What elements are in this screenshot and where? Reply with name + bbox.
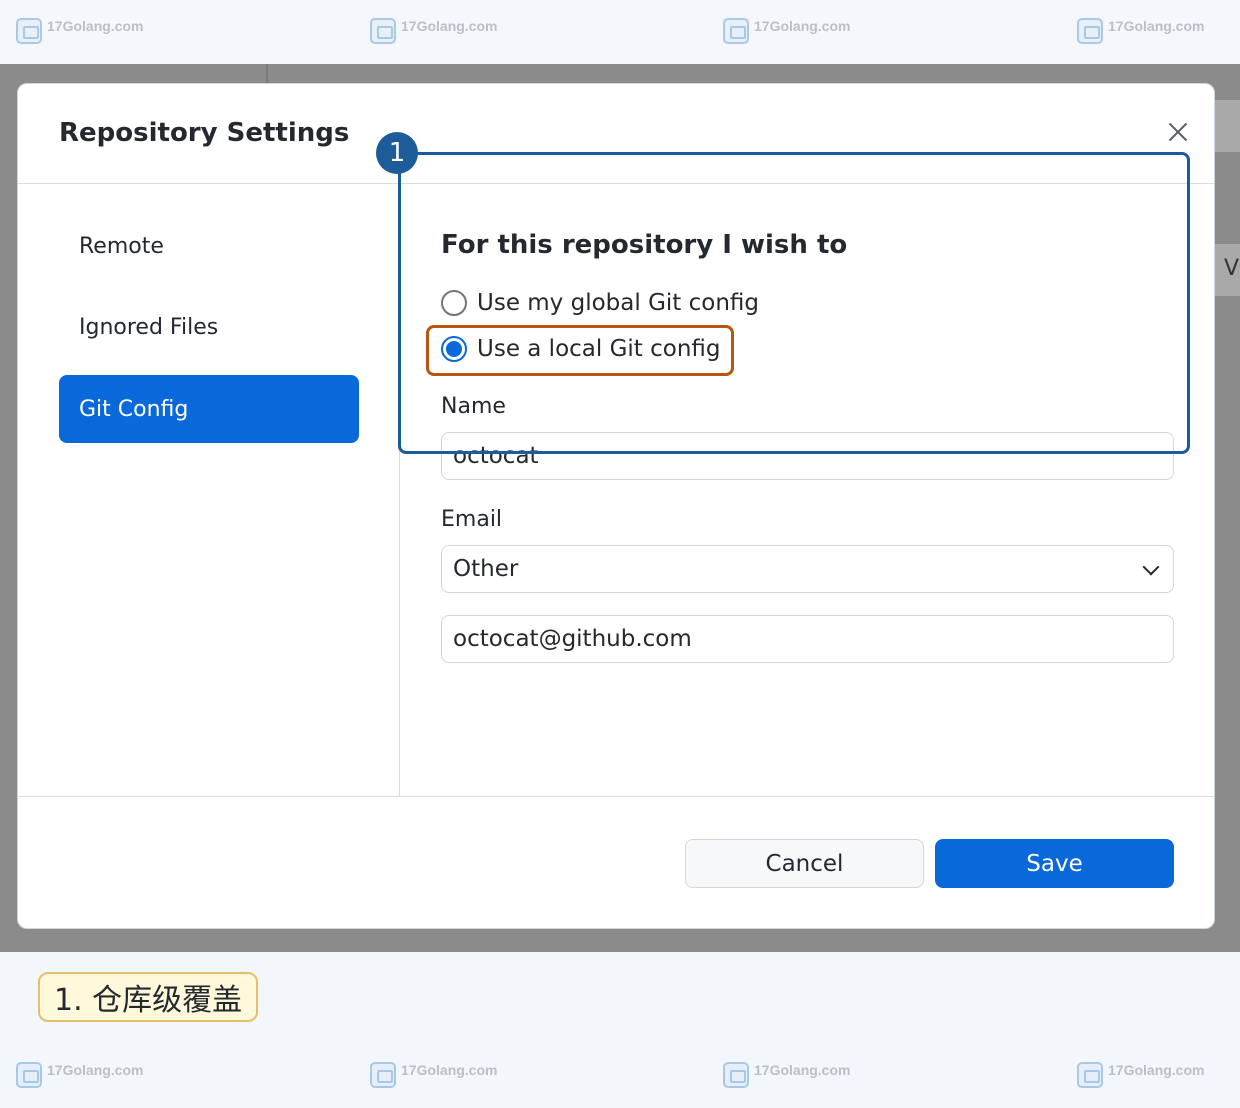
tab-remote[interactable]: Remote: [59, 212, 359, 280]
email-input[interactable]: octocat@github.com: [441, 615, 1174, 663]
backdrop-peek-text: V: [1224, 256, 1240, 281]
callout-number-badge: 1: [376, 132, 418, 174]
watermark-text: 17Golang.com: [401, 18, 498, 34]
watermark-logo-icon: [370, 18, 396, 44]
email-label: Email: [441, 507, 503, 532]
backdrop-peek: V: [1214, 244, 1240, 296]
watermark-text: 17Golang.com: [401, 1062, 498, 1078]
watermark-logo-icon: [1077, 1062, 1103, 1088]
callout-box: [398, 152, 1190, 454]
watermark-text: 17Golang.com: [754, 1062, 851, 1078]
tab-git-config[interactable]: Git Config: [59, 375, 359, 443]
backdrop-divider: [266, 64, 268, 84]
watermark-text: 17Golang.com: [47, 1062, 144, 1078]
close-icon[interactable]: [1164, 118, 1192, 146]
email-select[interactable]: Other: [441, 545, 1174, 593]
email-select-value: Other: [453, 556, 519, 582]
watermark-text: 17Golang.com: [754, 18, 851, 34]
watermark-logo-icon: [16, 1062, 42, 1088]
watermark-text: 17Golang.com: [1108, 18, 1205, 34]
backdrop-peek: [1214, 100, 1240, 152]
save-button[interactable]: Save: [935, 839, 1174, 888]
watermark-logo-icon: [1077, 18, 1103, 44]
watermark: 17Golang.com: [1077, 18, 1204, 44]
watermark: 17Golang.com: [723, 18, 850, 44]
watermark-text: 17Golang.com: [1108, 1062, 1205, 1078]
watermark-strip-bottom: 17Golang.com 17Golang.com 17Golang.com 1…: [0, 1044, 1240, 1108]
tab-ignored-files[interactable]: Ignored Files: [59, 293, 359, 361]
email-value: octocat@github.com: [453, 626, 692, 652]
annotation-caption: 1. 仓库级覆盖: [38, 972, 259, 1022]
watermark-strip-top: 17Golang.com 17Golang.com 17Golang.com 1…: [0, 0, 1240, 64]
footer-divider: [18, 796, 1214, 797]
watermark-logo-icon: [723, 18, 749, 44]
watermark-logo-icon: [723, 1062, 749, 1088]
watermark: 17Golang.com: [16, 1062, 143, 1088]
watermark: 17Golang.com: [370, 18, 497, 44]
dialog-title: Repository Settings: [59, 118, 350, 148]
watermark: 17Golang.com: [723, 1062, 850, 1088]
watermark-text: 17Golang.com: [47, 18, 144, 34]
watermark: 17Golang.com: [1077, 1062, 1204, 1088]
watermark: 17Golang.com: [370, 1062, 497, 1088]
chevron-down-icon: [1142, 558, 1160, 576]
watermark: 17Golang.com: [16, 18, 143, 44]
watermark-logo-icon: [16, 18, 42, 44]
watermark-logo-icon: [370, 1062, 396, 1088]
cancel-button[interactable]: Cancel: [685, 839, 924, 888]
highlight-box: [426, 325, 734, 376]
